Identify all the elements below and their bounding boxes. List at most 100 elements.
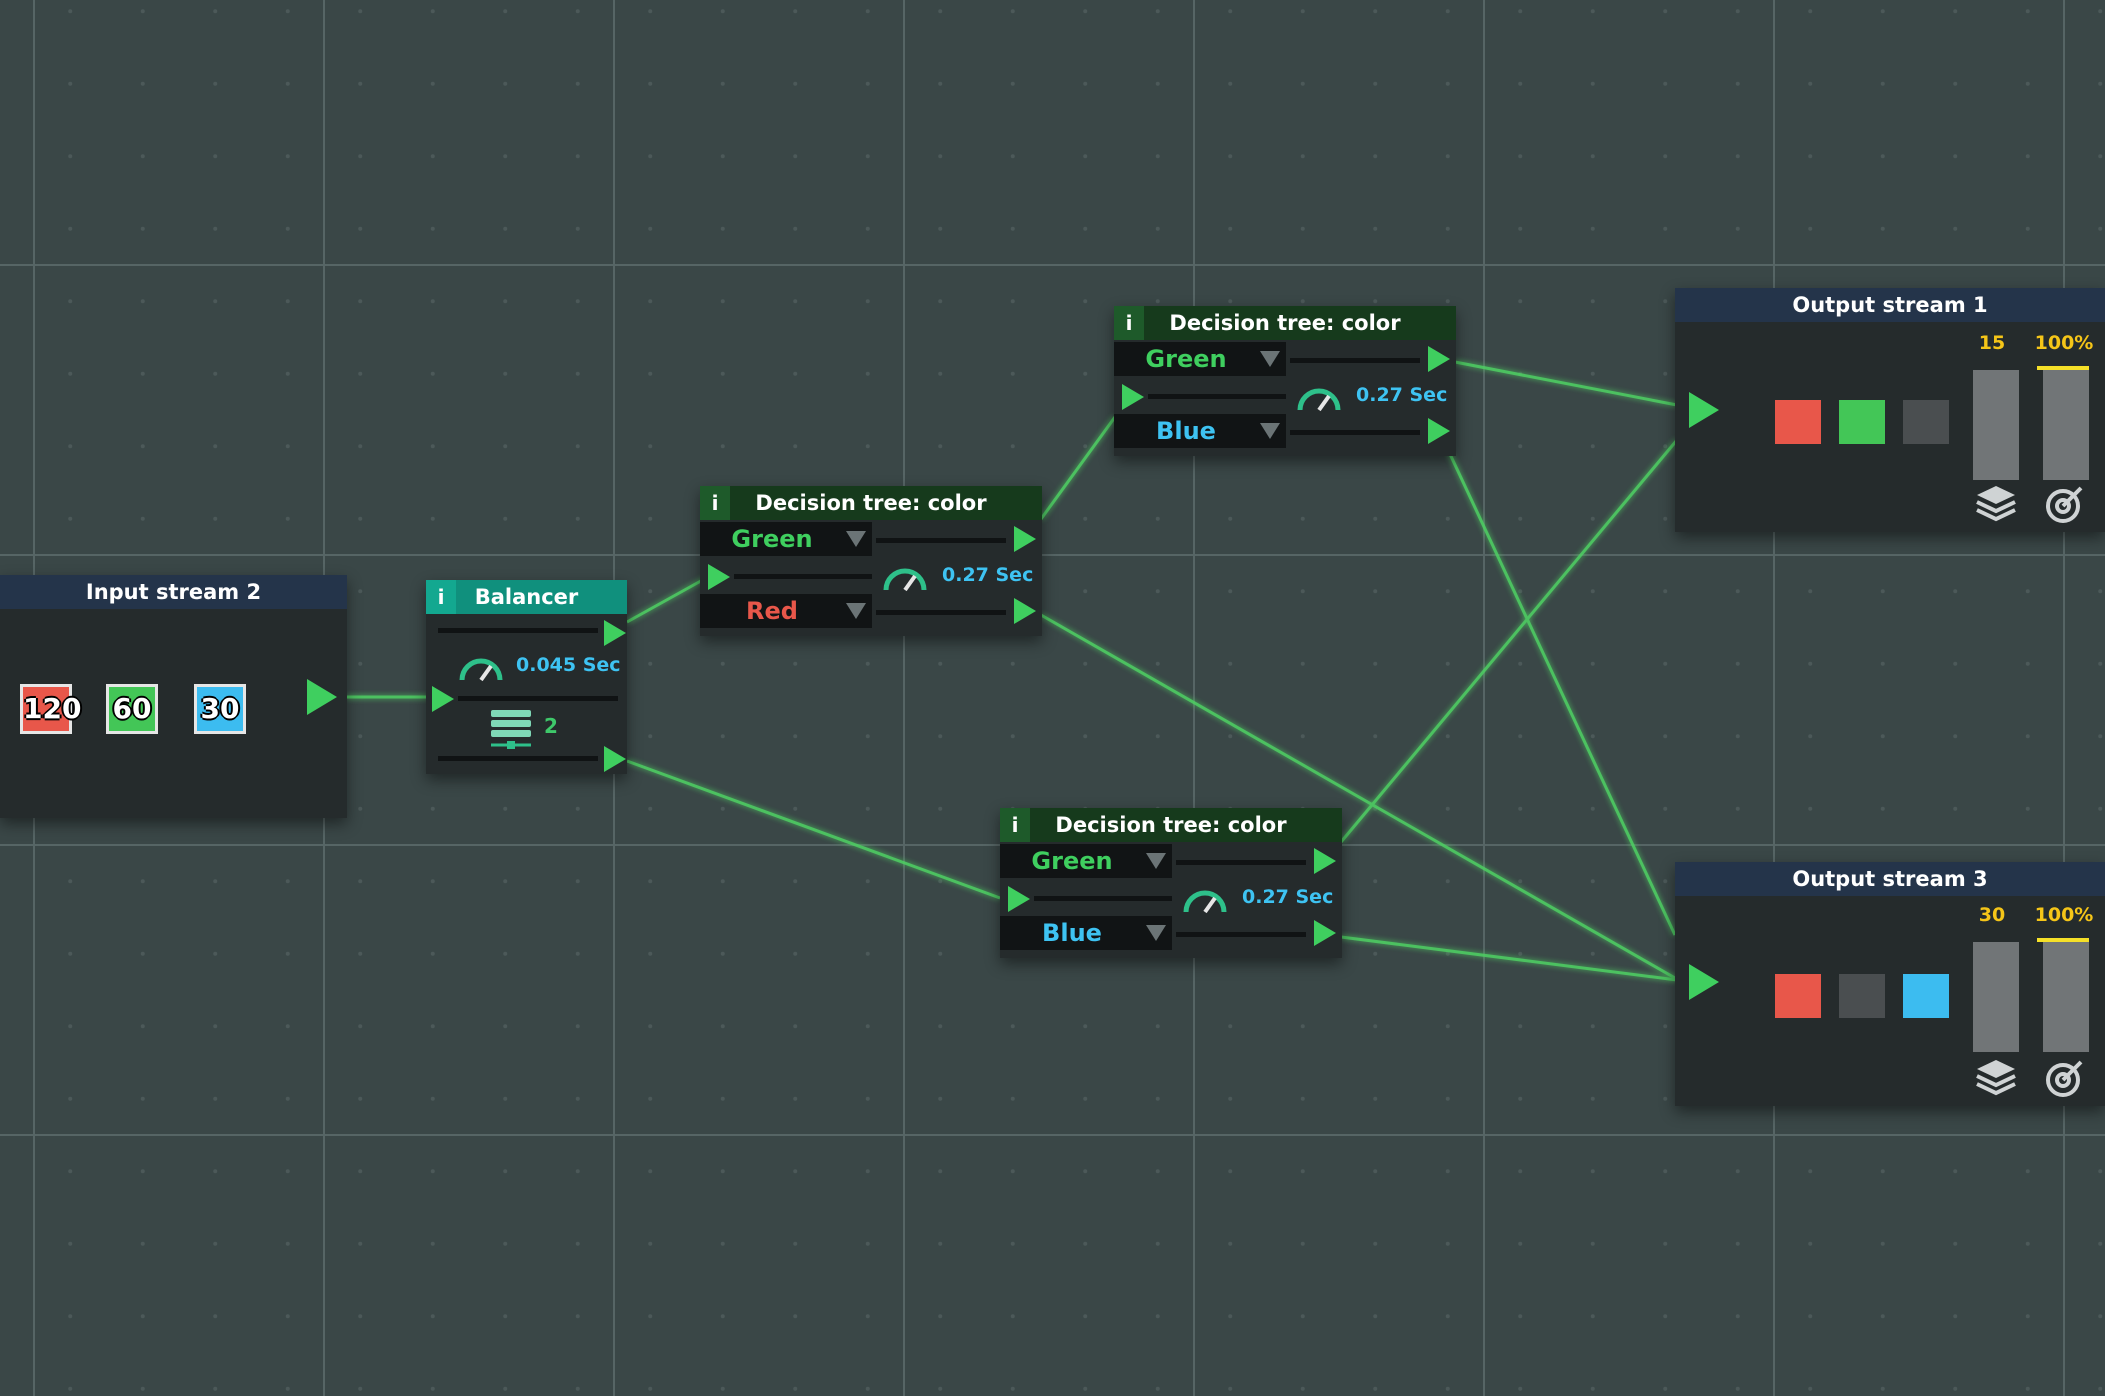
grid-dot — [1663, 806, 1668, 811]
grid-dot — [213, 1241, 218, 1246]
color-slot — [1839, 974, 1885, 1018]
grid-dot — [503, 1169, 508, 1174]
grid-dot — [140, 299, 145, 304]
decision-tree-node[interactable]: Decision tree: color i Green 0.27 Sec Bl… — [1114, 306, 1456, 456]
grid-dot — [1518, 444, 1523, 449]
grid-dot — [140, 1241, 145, 1246]
input-port-icon[interactable] — [1689, 392, 1719, 428]
grid-dot — [793, 1169, 798, 1174]
grid-dot — [1155, 299, 1160, 304]
output-port-icon[interactable] — [307, 679, 337, 715]
chip-60: 60 — [106, 684, 158, 734]
grid-dot — [1010, 1386, 1015, 1391]
grid-dot — [1445, 81, 1450, 86]
grid-dot — [793, 951, 798, 956]
grid-dot — [1228, 661, 1233, 666]
grid-dot — [358, 81, 363, 86]
input-port-icon[interactable] — [1122, 384, 1144, 410]
grid-dot — [358, 1169, 363, 1174]
top-option-dropdown[interactable]: Green — [700, 522, 872, 556]
grid-dot — [1590, 1314, 1595, 1319]
grid-dot — [358, 661, 363, 666]
grid-dot — [1808, 81, 1813, 86]
grid-dot — [648, 154, 653, 159]
grid-dot — [430, 299, 435, 304]
output-port-icon[interactable] — [604, 746, 626, 772]
grid-dot — [865, 806, 870, 811]
decision-tree-node[interactable]: Decision tree: color i Green 0.27 Sec Bl… — [1000, 808, 1342, 958]
grid-dot — [1953, 81, 1958, 86]
grid-dot — [285, 371, 290, 376]
grid-dot — [1518, 1169, 1523, 1174]
grid-dot — [1590, 299, 1595, 304]
bottom-option-dropdown[interactable]: Red — [700, 594, 872, 628]
info-button[interactable]: i — [426, 580, 456, 614]
decision-tree-title: Decision tree: color — [700, 486, 1042, 520]
stream-count: 15 — [1978, 332, 2006, 354]
grid-dot — [140, 1386, 145, 1391]
divider — [438, 628, 598, 633]
grid-dot — [648, 1169, 653, 1174]
input-port-icon[interactable] — [708, 564, 730, 590]
grid-dot — [1010, 661, 1015, 666]
output-port-icon[interactable] — [1314, 920, 1336, 946]
grid-dot — [648, 226, 653, 231]
grid-dot — [213, 299, 218, 304]
output-stream-node[interactable]: Output stream 3 30 100% — [1675, 862, 2105, 1106]
grid-dot — [1663, 589, 1668, 594]
output-port-icon[interactable] — [1014, 598, 1036, 624]
input-stream-node[interactable]: Input stream 2 120 60 30 — [0, 575, 347, 818]
grid-dot — [575, 444, 580, 449]
grid-dot — [1228, 1386, 1233, 1391]
bottom-option-dropdown[interactable]: Blue — [1000, 916, 1172, 950]
grid-dot — [1953, 734, 1958, 739]
top-option-dropdown[interactable]: Green — [1000, 844, 1172, 878]
grid-dot — [720, 806, 725, 811]
output-stream-node[interactable]: Output stream 1 15 100% — [1675, 288, 2105, 532]
balancer-node[interactable]: Balancer i 0.045 Sec 2 — [426, 580, 627, 774]
grid-dot — [1590, 1024, 1595, 1029]
grid-dot — [1518, 516, 1523, 521]
grid-dot — [1083, 9, 1088, 14]
output-port-icon[interactable] — [1428, 346, 1450, 372]
grid-dot — [2098, 226, 2103, 231]
decision-tree-node[interactable]: Decision tree: color i Green 0.27 Sec Re… — [700, 486, 1042, 636]
output-port-icon[interactable] — [1428, 418, 1450, 444]
grid-dot — [1735, 1169, 1740, 1174]
input-port-icon[interactable] — [1008, 886, 1030, 912]
grid-dot — [1300, 734, 1305, 739]
info-button[interactable]: i — [700, 486, 730, 520]
grid-dot — [793, 81, 798, 86]
grid-dot — [575, 1314, 580, 1319]
info-button[interactable]: i — [1000, 808, 1030, 842]
grid-dot — [68, 516, 73, 521]
output-port-icon[interactable] — [1014, 526, 1036, 552]
grid-dot — [68, 299, 73, 304]
grid-dot — [1518, 9, 1523, 14]
grid-dot — [575, 879, 580, 884]
output-port-icon[interactable] — [604, 620, 626, 646]
grid-dot — [575, 226, 580, 231]
output-port-icon[interactable] — [1314, 848, 1336, 874]
grid-dot — [1590, 1386, 1595, 1391]
divider — [876, 538, 1006, 543]
grid-dot — [1663, 879, 1668, 884]
top-option-dropdown[interactable]: Green — [1114, 342, 1286, 376]
grid-dot — [938, 444, 943, 449]
grid-dot — [1880, 1314, 1885, 1319]
grid-dot — [68, 371, 73, 376]
grid-dot — [1010, 1169, 1015, 1174]
count-meter — [1973, 370, 2019, 480]
grid-dot — [1083, 1241, 1088, 1246]
grid-dot — [1155, 1024, 1160, 1029]
info-button[interactable]: i — [1114, 306, 1144, 340]
input-port-icon[interactable] — [432, 686, 454, 712]
grid-dot — [1953, 9, 1958, 14]
grid-dot — [285, 951, 290, 956]
grid-dot — [1010, 734, 1015, 739]
bottom-option-dropdown[interactable]: Blue — [1114, 414, 1286, 448]
input-port-icon[interactable] — [1689, 964, 1719, 1000]
grid-dot — [503, 1241, 508, 1246]
grid-dot — [68, 1241, 73, 1246]
grid-dot — [1373, 81, 1378, 86]
